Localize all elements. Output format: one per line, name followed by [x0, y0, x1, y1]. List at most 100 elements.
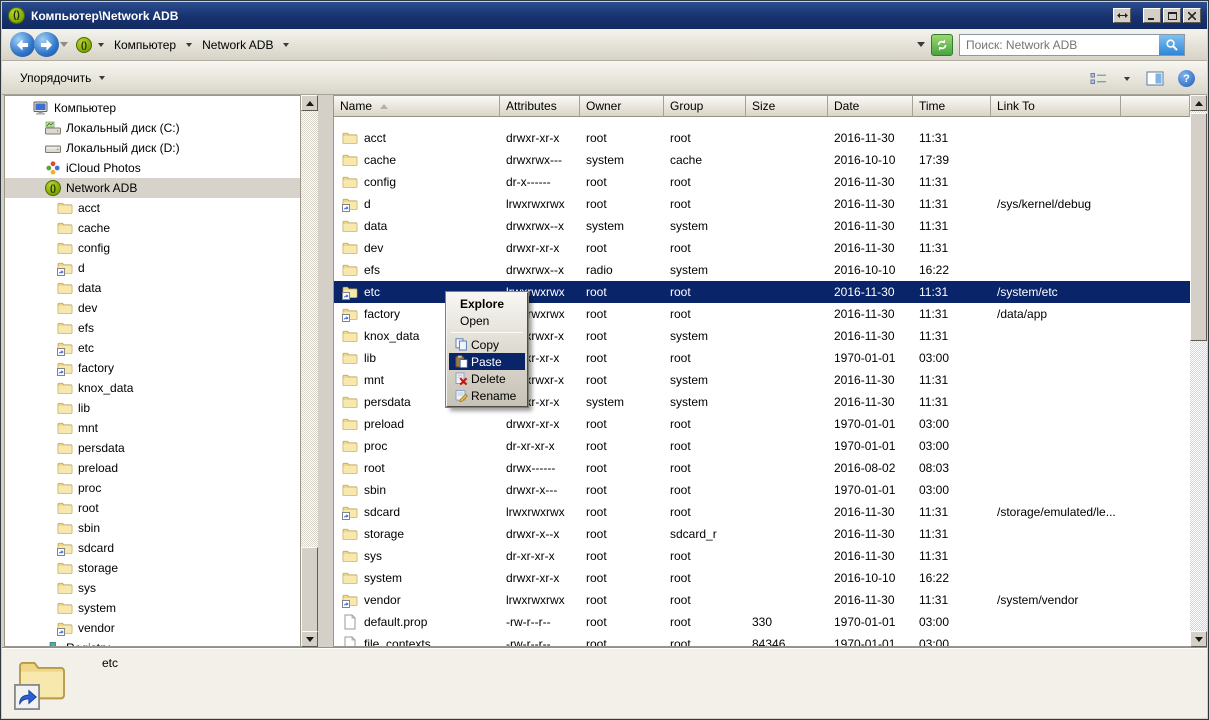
tree-item-cache[interactable]: cache — [5, 218, 300, 238]
resize-button[interactable] — [1113, 8, 1131, 23]
cell-size — [746, 281, 828, 303]
tree-item-persdata[interactable]: persdata — [5, 438, 300, 458]
organize-label: Упорядочить — [20, 71, 91, 85]
column-header-time[interactable]: Time — [913, 96, 991, 117]
table-row-sdcard[interactable]: sdcardlrwxrwxrwxrootroot2016-11-3011:31/… — [334, 501, 1190, 523]
search-button[interactable] — [1159, 35, 1184, 55]
refresh-button[interactable] — [931, 34, 953, 56]
tree-item-etc[interactable]: etc — [5, 338, 300, 358]
address-dropdown-icon[interactable] — [917, 42, 925, 47]
menu-item-open[interactable]: Open — [449, 312, 525, 329]
chevron-down-icon[interactable] — [98, 43, 104, 47]
table-row-config[interactable]: configdr-x------rootroot2016-11-3011:31 — [334, 171, 1190, 193]
cell-size — [746, 237, 828, 259]
tree-scrollbar[interactable] — [301, 95, 318, 647]
scroll-down-button[interactable] — [301, 631, 318, 647]
menu-item-delete[interactable]: Delete — [449, 370, 525, 387]
scroll-down-button[interactable] — [1190, 631, 1207, 647]
back-button[interactable] — [10, 32, 35, 57]
table-row-proc[interactable]: procdr-xr-xr-xrootroot1970-01-0103:00 — [334, 435, 1190, 457]
table-row-d[interactable]: dlrwxrwxrwxrootroot2016-11-3011:31/sys/k… — [334, 193, 1190, 215]
explorer-window: () Компьютер\Network ADB () — [0, 0, 1209, 720]
tree-item-d[interactable]: d — [5, 258, 300, 278]
table-row-vendor[interactable]: vendorlrwxrwxrwxrootroot2016-11-3011:31/… — [334, 589, 1190, 611]
tree-item-lib[interactable]: lib — [5, 398, 300, 418]
chevron-down-icon[interactable] — [283, 43, 289, 47]
table-row-root[interactable]: rootdrwx------rootroot2016-08-0208:03 — [334, 457, 1190, 479]
table-row-default.prop[interactable]: default.prop-rw-r--r--rootroot3301970-01… — [334, 611, 1190, 633]
menu-item-rename[interactable]: Rename — [449, 387, 525, 404]
views-dropdown-button[interactable] — [1120, 75, 1134, 83]
forward-button[interactable] — [34, 32, 59, 57]
adb-breadcrumb-icon[interactable]: () — [76, 37, 92, 53]
breadcrumb-network-adb[interactable]: Network ADB — [198, 36, 277, 54]
search-input[interactable] — [960, 36, 1159, 54]
menu-item-copy[interactable]: Copy — [449, 336, 525, 353]
table-row-data[interactable]: datadrwxrwx--xsystemsystem2016-11-3011:3… — [334, 215, 1190, 237]
close-button[interactable] — [1183, 8, 1201, 23]
tree-item-efs[interactable]: efs — [5, 318, 300, 338]
tree-item-vendor[interactable]: vendor — [5, 618, 300, 638]
scroll-up-button[interactable] — [1190, 95, 1207, 111]
tree-item-mnt[interactable]: mnt — [5, 418, 300, 438]
column-header-link-to[interactable]: Link To — [991, 96, 1121, 117]
column-header-date[interactable]: Date — [828, 96, 913, 117]
chevron-down-icon[interactable] — [186, 43, 192, 47]
tree-scrollbar-thumb[interactable] — [301, 547, 318, 633]
tree-item-компьютер[interactable]: Компьютер — [5, 98, 300, 118]
list-scrollbar-thumb[interactable] — [1190, 113, 1207, 341]
menu-item-explore[interactable]: Explore — [449, 295, 525, 312]
tree-item-data[interactable]: data — [5, 278, 300, 298]
table-row-acct[interactable]: acctdrwxr-xr-xrootroot2016-11-3011:31 — [334, 127, 1190, 149]
column-header-attributes[interactable]: Attributes — [500, 96, 580, 117]
tree-item-factory[interactable]: factory — [5, 358, 300, 378]
column-header-name[interactable]: Name — [334, 96, 500, 117]
cell-group: sdcard_r — [664, 523, 746, 545]
table-row-dev[interactable]: devdrwxr-xr-xrootroot2016-11-3011:31 — [334, 237, 1190, 259]
file-name-label: persdata — [364, 395, 411, 409]
cell-filler — [1121, 457, 1190, 479]
maximize-button[interactable] — [1163, 8, 1181, 23]
tree-item-system[interactable]: system — [5, 598, 300, 618]
table-row-system[interactable]: systemdrwxr-xr-xrootroot2016-10-1016:22 — [334, 567, 1190, 589]
tree-item-локальный-диск-c-[interactable]: Локальный диск (C:) — [5, 118, 300, 138]
help-button[interactable]: ? — [1176, 68, 1197, 89]
column-header-size[interactable]: Size — [746, 96, 828, 117]
organize-button[interactable]: Упорядочить — [16, 69, 111, 87]
table-row-cache[interactable]: cachedrwxrwx---systemcache2016-10-1017:3… — [334, 149, 1190, 171]
tree-item-локальный-диск-d-[interactable]: Локальный диск (D:) — [5, 138, 300, 158]
table-row-sys[interactable]: sysdr-xr-xr-xrootroot2016-11-3011:31 — [334, 545, 1190, 567]
file-name-label: sbin — [364, 483, 386, 497]
cell-owner: system — [580, 149, 664, 171]
tree-item-preload[interactable]: preload — [5, 458, 300, 478]
tree-item-sys[interactable]: sys — [5, 578, 300, 598]
tree-item-registry[interactable]: Registry — [5, 638, 300, 647]
table-row-efs[interactable]: efsdrwxrwx--xradiosystem2016-10-1016:22 — [334, 259, 1190, 281]
tree-item-root[interactable]: root — [5, 498, 300, 518]
tree-item-storage[interactable]: storage — [5, 558, 300, 578]
tree-item-config[interactable]: config — [5, 238, 300, 258]
tree-item-dev[interactable]: dev — [5, 298, 300, 318]
menu-item-paste[interactable]: Paste — [449, 353, 525, 370]
preview-pane-button[interactable] — [1144, 69, 1166, 88]
column-header-group[interactable]: Group — [664, 96, 746, 117]
tree-item-icloud-photos[interactable]: iCloud Photos — [5, 158, 300, 178]
table-row-file_contexts[interactable]: file_contexts-rw-r--r--rootroot843461970… — [334, 633, 1190, 647]
breadcrumb-computer[interactable]: Компьютер — [110, 36, 180, 54]
list-scrollbar[interactable] — [1190, 95, 1207, 647]
minimize-button[interactable] — [1143, 8, 1161, 23]
tree-item-sdcard[interactable]: sdcard — [5, 538, 300, 558]
cell-size — [746, 325, 828, 347]
tree-item-proc[interactable]: proc — [5, 478, 300, 498]
column-header-owner[interactable]: Owner — [580, 96, 664, 117]
table-row-sbin[interactable]: sbindrwxr-x---rootroot1970-01-0103:00 — [334, 479, 1190, 501]
table-row-storage[interactable]: storagedrwxr-x--xrootsdcard_r2016-11-301… — [334, 523, 1190, 545]
history-dropdown-icon[interactable] — [60, 42, 68, 47]
tree-item-knox-data[interactable]: knox_data — [5, 378, 300, 398]
scroll-up-button[interactable] — [301, 95, 318, 111]
tree-item-acct[interactable]: acct — [5, 198, 300, 218]
views-button[interactable] — [1088, 70, 1110, 88]
table-row-preload[interactable]: preloaddrwxr-xr-xrootroot1970-01-0103:00 — [334, 413, 1190, 435]
tree-item-network-adb[interactable]: ()Network ADB — [5, 178, 300, 198]
tree-item-sbin[interactable]: sbin — [5, 518, 300, 538]
